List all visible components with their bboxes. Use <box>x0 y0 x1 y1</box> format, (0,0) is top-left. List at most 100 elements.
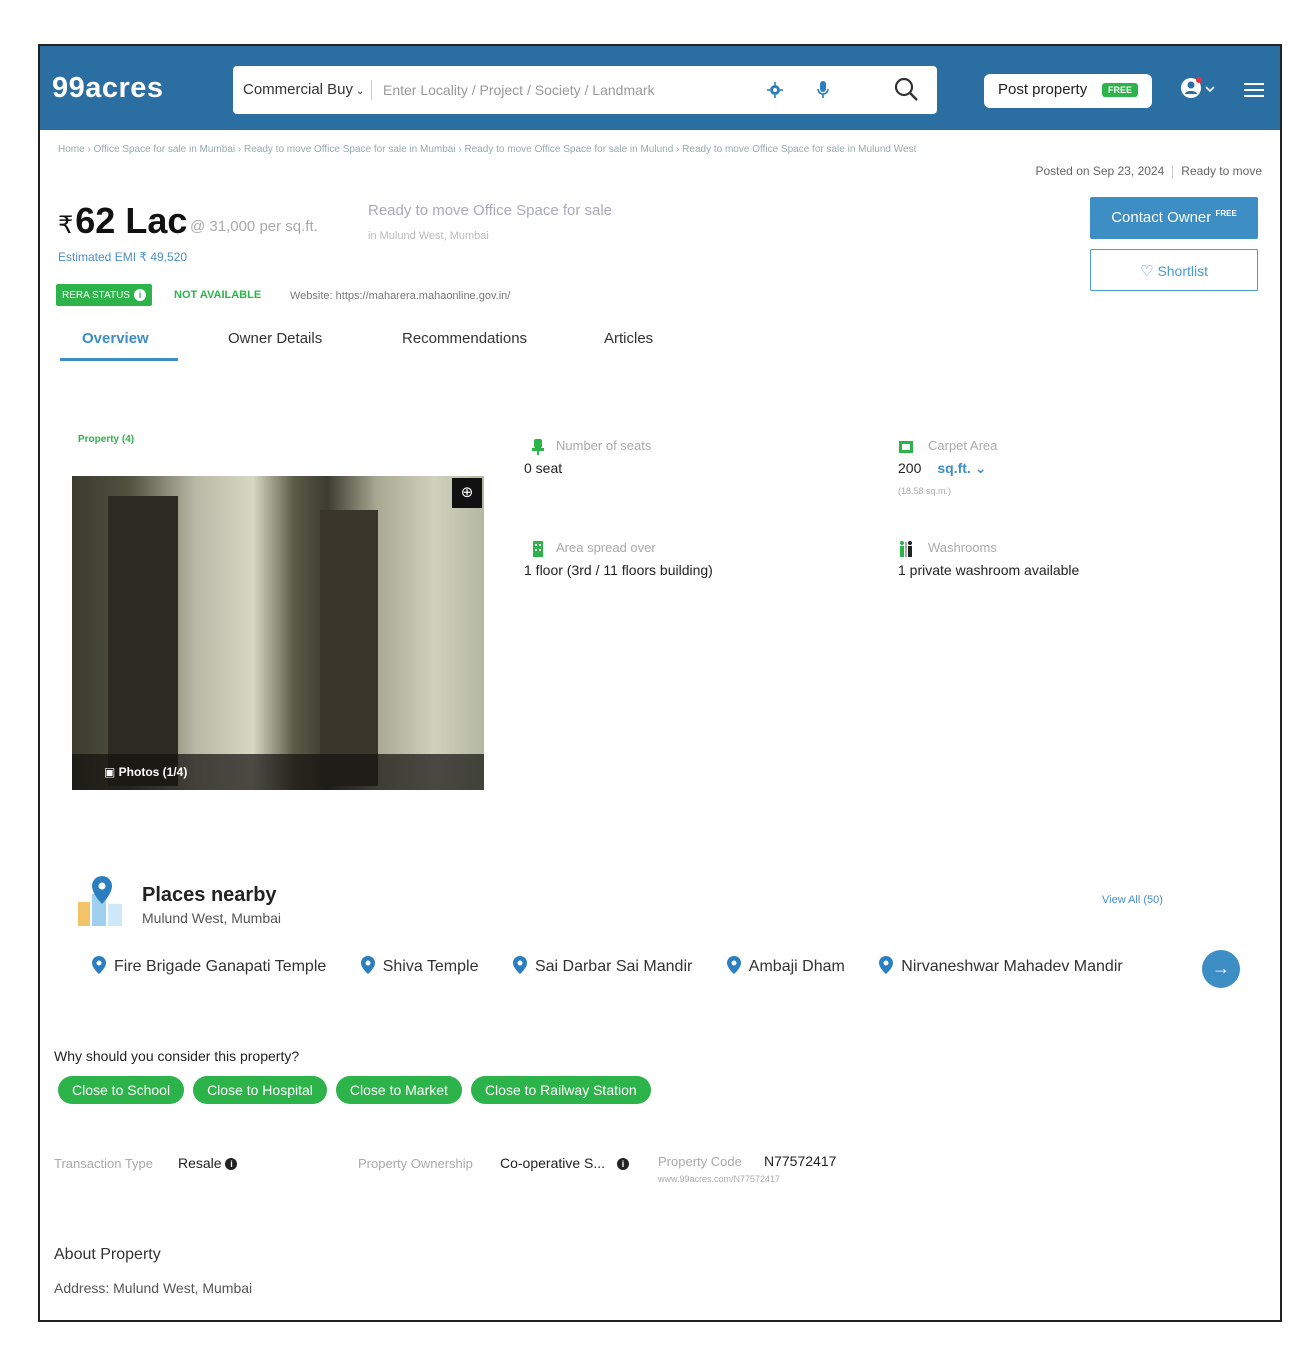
free-badge: FREE <box>1101 83 1138 97</box>
rera-label: RERA STATUS <box>62 290 130 301</box>
ownership-label: Property Ownership <box>358 1156 473 1171</box>
area-spread-value: 1 floor (3rd / 11 floors building) <box>524 562 713 578</box>
price: ₹62 Lac <box>58 200 187 242</box>
place-name: Ambaji Dham <box>748 958 845 975</box>
places-nearby-list: Fire Brigade Ganapati Temple Shiva Templ… <box>92 956 1204 982</box>
currency-symbol: ₹ <box>58 212 74 239</box>
search-icon[interactable] <box>893 76 919 102</box>
user-profile-icon[interactable] <box>1180 76 1216 102</box>
property-photos-label: Property (4) <box>78 434 135 445</box>
washrooms-label: Washrooms <box>928 540 997 555</box>
search-bar: Commercial Buy ⌄ <box>233 66 937 114</box>
info-icon[interactable]: i <box>225 1158 238 1170</box>
transaction-type-label: Transaction Type <box>54 1156 153 1171</box>
location-pin-icon <box>512 956 527 974</box>
property-photo[interactable]: ⊕ ▣ Photos (1/4) <box>72 476 484 790</box>
logo[interactable]: 99acres <box>52 72 164 105</box>
divider <box>1172 164 1174 179</box>
hamburger-menu-icon[interactable] <box>1244 82 1264 98</box>
ownership: Co-operative S... i <box>500 1155 629 1171</box>
transaction-type: Resale i <box>178 1155 238 1171</box>
place-name: Sai Darbar Sai Mandir <box>534 958 693 975</box>
area-unit-label: sq.ft. <box>937 460 971 476</box>
next-arrow-button[interactable]: → <box>1202 950 1240 988</box>
location-target-icon[interactable] <box>767 82 783 98</box>
post-property-button[interactable]: Post property FREE <box>984 74 1152 108</box>
divider <box>371 80 372 100</box>
rera-status-badge[interactable]: RERA STATUS i <box>56 284 152 306</box>
listing-location: in Mulund West, Mumbai <box>368 230 489 242</box>
location-pin-icon <box>726 956 741 974</box>
area-spread-label: Area spread over <box>556 540 656 555</box>
price-per-sqft: @ 31,000 per sq.ft. <box>190 218 318 235</box>
highlight-chip: Close to Railway Station <box>470 1076 651 1104</box>
info-icon[interactable]: i <box>616 1158 629 1170</box>
estimated-emi-link[interactable]: Estimated EMI ₹ 49,520 <box>58 250 187 264</box>
active-tab-indicator <box>60 358 178 361</box>
highlight-chips: Close to School Close to Hospital Close to… <box>58 1076 660 1104</box>
posted-info: Posted on Sep 23, 2024 Ready to move <box>1035 164 1262 179</box>
contact-owner-button[interactable]: Contact Owner FREE <box>1090 197 1258 239</box>
chevron-down-icon: ⌄ <box>356 86 365 97</box>
location-pin-icon <box>92 956 106 974</box>
place-item[interactable]: Ambaji Dham <box>726 956 845 976</box>
area-unit-dropdown[interactable]: sq.ft. ⌄ <box>937 460 986 476</box>
search-input[interactable] <box>383 74 753 106</box>
search-type-dropdown[interactable]: Commercial Buy ⌄ <box>243 81 364 98</box>
rera-website[interactable]: Website: https://maharera.mahaonline.gov… <box>290 290 510 302</box>
contact-owner-label: Contact Owner <box>1111 209 1212 226</box>
tab-owner-details[interactable]: Owner Details <box>228 330 322 347</box>
seats-value: 0 seat <box>524 460 563 476</box>
posted-date: Posted on Sep 23, 2024 <box>1035 164 1165 178</box>
photo-door <box>108 496 178 786</box>
highlight-chip: Close to Market <box>335 1076 462 1104</box>
ownership-value: Co-operative S... <box>500 1155 606 1171</box>
photo-caption-bar: ▣ Photos (1/4) <box>72 754 484 790</box>
shortlist-label: Shortlist <box>1157 263 1209 279</box>
zoom-icon[interactable]: ⊕ <box>452 478 482 508</box>
tab-overview[interactable]: Overview <box>82 330 149 347</box>
place-item[interactable]: Fire Brigade Ganapati Temple <box>92 956 326 976</box>
transaction-type-value: Resale <box>178 1155 222 1171</box>
page-frame: 99acres Commercial Buy⌄ Pos <box>38 44 1282 1322</box>
place-name: Fire Brigade Ganapati Temple <box>114 958 327 975</box>
top-header: 99acres Commercial Buy⌄ Pos <box>40 46 1280 130</box>
highlight-chip: Close to Hospital <box>193 1076 327 1104</box>
heart-icon: ♡ <box>1139 263 1154 280</box>
property-code-url[interactable]: www.99acres.com/N77572417 <box>658 1174 780 1184</box>
places-nearby-title: Places nearby <box>142 884 277 906</box>
place-name: Shiva Temple <box>382 958 479 975</box>
place-item[interactable]: Shiva Temple <box>360 956 479 976</box>
building-icon <box>533 541 543 557</box>
location-pin-icon <box>879 956 894 974</box>
post-property-label: Post property <box>998 81 1088 98</box>
tab-recommendations[interactable]: Recommendations <box>402 330 527 347</box>
seats-label: Number of seats <box>556 438 652 453</box>
highlight-chip: Close to School <box>58 1076 185 1104</box>
place-item[interactable]: Sai Darbar Sai Mandir <box>512 956 693 976</box>
washrooms-value: 1 private washroom available <box>898 562 1080 578</box>
photos-count-label: Photos (1/4) <box>118 765 188 779</box>
listing-title: Ready to move Office Space for sale <box>368 202 613 219</box>
places-nearby-subtitle: Mulund West, Mumbai <box>142 910 282 926</box>
seat-icon <box>532 439 544 455</box>
arrow-right-icon: → <box>1212 958 1230 978</box>
carpet-area: 200 sq.ft. ⌄ <box>898 460 986 477</box>
location-pin-icon <box>360 956 375 974</box>
property-code-label: Property Code <box>658 1154 742 1169</box>
price-value: 62 Lac <box>75 200 188 241</box>
view-all-link[interactable]: View All (50) <box>1102 894 1163 906</box>
carpet-area-icon <box>899 441 913 453</box>
rera-value: NOT AVAILABLE <box>174 289 262 301</box>
place-item[interactable]: Nirvaneshwar Mahadev Mandir <box>879 956 1123 976</box>
tab-articles[interactable]: Articles <box>604 330 653 347</box>
search-type-label: Commercial Buy <box>243 81 354 98</box>
places-nearby-icon <box>78 876 122 926</box>
photos-count[interactable]: ▣ Photos (1/4) <box>104 765 187 779</box>
microphone-icon[interactable] <box>815 80 831 100</box>
shortlist-button[interactable]: ♡ Shortlist <box>1090 249 1258 291</box>
washroom-icon <box>900 541 912 557</box>
info-icon: i <box>133 289 146 301</box>
photo-door <box>320 510 378 786</box>
breadcrumb[interactable]: Home › Office Space for sale in Mumbai ›… <box>58 144 1258 155</box>
